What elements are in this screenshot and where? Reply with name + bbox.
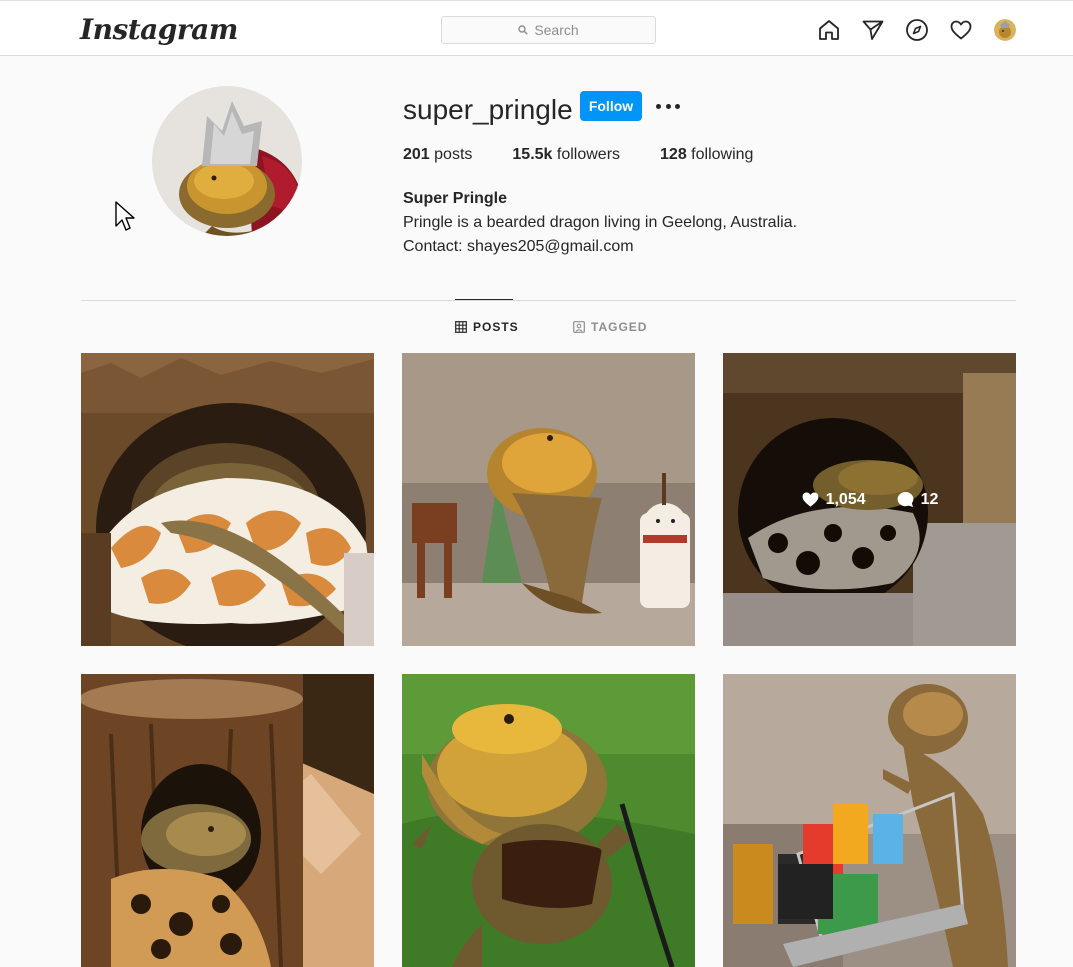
post-comments: 12 bbox=[896, 490, 938, 509]
profile-bio: Super Pringle Pringle is a bearded drago… bbox=[403, 187, 797, 259]
post-hover-overlay: 1,054 12 bbox=[723, 353, 1016, 646]
profile-username: super_pringle bbox=[403, 94, 573, 125]
search-icon bbox=[518, 25, 529, 35]
followers-count[interactable]: 15.5k followers bbox=[512, 146, 620, 164]
search-input[interactable]: Search bbox=[441, 16, 656, 44]
post-tile[interactable] bbox=[402, 674, 695, 967]
direct-messages-icon[interactable] bbox=[860, 17, 886, 43]
top-navbar: Instagram Search bbox=[0, 0, 1073, 56]
search-placeholder: Search bbox=[534, 22, 579, 38]
heart-filled-icon bbox=[802, 492, 818, 507]
active-tab-indicator bbox=[455, 299, 513, 300]
profile-full-name: Super Pringle bbox=[403, 190, 508, 207]
instagram-logo[interactable]: Instagram bbox=[80, 13, 238, 46]
post-tile[interactable] bbox=[81, 353, 374, 646]
profile-avatar-icon[interactable] bbox=[994, 19, 1016, 41]
post-tile-hovered[interactable]: 1,054 12 bbox=[723, 353, 1016, 646]
post-tile[interactable] bbox=[81, 674, 374, 967]
comment-bubble-icon bbox=[897, 491, 914, 508]
tab-tagged[interactable]: TAGGED bbox=[573, 320, 647, 334]
post-likes: 1,054 bbox=[801, 490, 866, 509]
bio-contact: Contact: shayes205@gmail.com bbox=[403, 238, 634, 255]
activity-heart-icon[interactable] bbox=[948, 17, 974, 43]
bio-description: Pringle is a bearded dragon living in Ge… bbox=[403, 214, 798, 231]
profile-stats: 201 posts 15.5k followers 128 following bbox=[403, 146, 793, 164]
post-tile[interactable] bbox=[402, 353, 695, 646]
grid-icon bbox=[455, 321, 467, 333]
tab-posts[interactable]: POSTS bbox=[455, 320, 519, 334]
tagged-user-icon bbox=[573, 321, 585, 333]
following-count[interactable]: 128 following bbox=[660, 146, 753, 164]
posts-count[interactable]: 201 posts bbox=[403, 146, 472, 164]
profile-picture[interactable] bbox=[152, 86, 302, 236]
profile-divider bbox=[81, 300, 1016, 301]
more-options-icon[interactable] bbox=[656, 96, 680, 116]
mouse-cursor-icon bbox=[115, 201, 135, 231]
explore-icon[interactable] bbox=[904, 17, 930, 43]
follow-button[interactable]: Follow bbox=[580, 91, 642, 121]
post-tile[interactable] bbox=[723, 674, 1016, 967]
home-icon[interactable] bbox=[816, 17, 842, 43]
